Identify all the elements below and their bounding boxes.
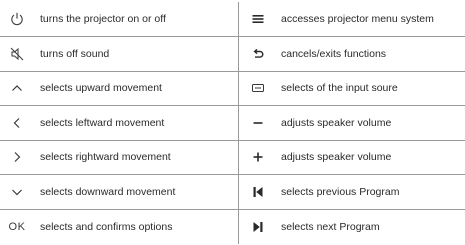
chevron-left-icon [9,115,25,131]
next-icon [250,219,266,235]
icon-cell [238,174,277,210]
chevron-right-icon [9,149,25,165]
function-description: selects rightward movement [34,140,239,175]
icon-cell [0,2,34,37]
input-source-icon [250,80,266,96]
remote-functions-page: turns the projector on or off accesses p… [0,0,465,245]
icon-cell [0,36,34,72]
minus-icon [250,115,266,131]
function-description: selects downward movement [34,174,239,210]
power-icon [9,11,25,27]
icon-cell [238,71,277,106]
function-description: selects upward movement [34,71,239,106]
table-row: turns the projector on or off accesses p… [0,2,465,37]
plus-icon [250,149,266,165]
icon-cell [238,2,277,37]
icon-cell: OK [0,209,34,244]
function-description: selects next Program [281,220,380,233]
icon-cell [238,105,277,141]
function-description: accesses projector menu system [277,2,465,37]
function-description: selects leftward movement [34,105,239,141]
table-row: selects rightward movement adjusts speak… [0,140,465,175]
chevron-down-icon [9,184,25,200]
table-row: OK selects and confirms options selects … [0,209,465,244]
icon-cell [238,140,277,175]
chevron-up-icon [9,80,25,96]
table-row: selects leftward movement adjusts speake… [0,105,465,141]
table-row: turns off sound cancels/exits functions [0,36,465,72]
function-description: selects and confirms options [34,209,239,244]
function-description: selects of the input soure [277,71,465,106]
icon-cell [0,174,34,210]
icon-cell [239,209,278,244]
function-description: adjusts speaker volume [277,140,465,175]
icon-cell [238,36,277,72]
table-row: selects downward movement selects previo… [0,174,465,210]
previous-icon [250,184,266,200]
function-description: adjusts speaker volume [277,105,465,141]
ok-button-label: OK [8,220,26,233]
function-description: cancels/exits functions [277,36,465,72]
icon-cell [0,140,34,175]
remote-function-table: turns the projector on or off accesses p… [0,2,465,244]
mute-icon [9,46,25,62]
table-row: selects upward movement selects of the i… [0,71,465,106]
return-icon [250,46,266,62]
menu-icon [250,11,266,27]
icon-cell [0,71,34,106]
function-description: turns off sound [34,36,239,72]
icon-cell [0,105,34,141]
function-description: turns the projector on or off [34,2,239,37]
function-description: selects previous Program [277,174,465,210]
